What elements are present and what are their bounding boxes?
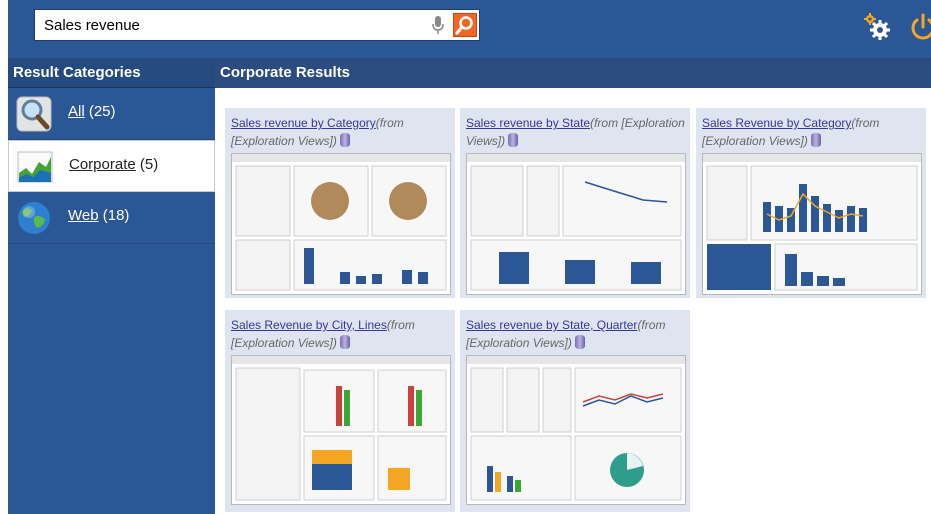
result-title-link[interactable]: Sales revenue by Category [231,116,376,130]
database-icon [810,133,821,147]
results-grid: Sales revenue by Category(from [Explorat… [215,88,931,514]
result-title-link[interactable]: Sales Revenue by City, Lines [231,318,387,332]
search-icon [455,16,473,35]
database-icon [339,133,350,147]
result-card: Sales revenue by State(from [Exploration… [460,108,690,298]
category-corporate-link[interactable]: Corporate [69,156,136,173]
search-button[interactable] [453,13,477,37]
corporate-results-heading: Corporate Results [215,58,931,88]
category-web[interactable]: Web (18) [8,192,215,244]
gear-icon[interactable] [863,12,893,42]
result-title-link[interactable]: Sales revenue by State [466,116,590,130]
result-card: Sales Revenue by Category(from [Explorat… [696,108,926,298]
result-thumbnail[interactable] [466,355,686,505]
top-bar [8,0,931,58]
result-title-link[interactable]: Sales Revenue by Category [702,116,851,130]
result-categories-heading: Result Categories [8,58,215,88]
magnifier-icon [16,96,52,132]
result-card: Sales revenue by Category(from [Explorat… [225,108,455,298]
chart-icon [17,151,53,183]
result-thumbnail[interactable] [702,153,922,295]
result-thumbnail[interactable] [231,153,451,295]
globe-icon [18,202,50,234]
category-all-link[interactable]: All [68,103,85,120]
category-web-link[interactable]: Web [68,207,99,224]
category-all[interactable]: All (25) [8,88,215,140]
search-box [34,9,480,41]
category-corporate-count: (5) [139,156,159,173]
result-title-link[interactable]: Sales revenue by State, Quarter [466,318,637,332]
result-thumbnail[interactable] [231,355,451,505]
result-card: Sales Revenue by City, Lines(from [Explo… [225,310,455,512]
category-all-count: (25) [88,103,116,120]
category-web-count: (18) [102,207,130,224]
database-icon [339,335,350,349]
power-icon[interactable] [908,12,931,42]
result-thumbnail[interactable] [466,153,686,295]
result-card: Sales revenue by State, Quarter(from [Ex… [460,310,690,512]
microphone-icon[interactable] [431,15,445,35]
database-icon [508,133,519,147]
result-categories-panel: Result Categories All (25) Corporate (5)… [8,58,215,514]
category-corporate[interactable]: Corporate (5) [8,140,215,192]
database-icon [574,335,585,349]
search-input[interactable] [35,10,431,40]
